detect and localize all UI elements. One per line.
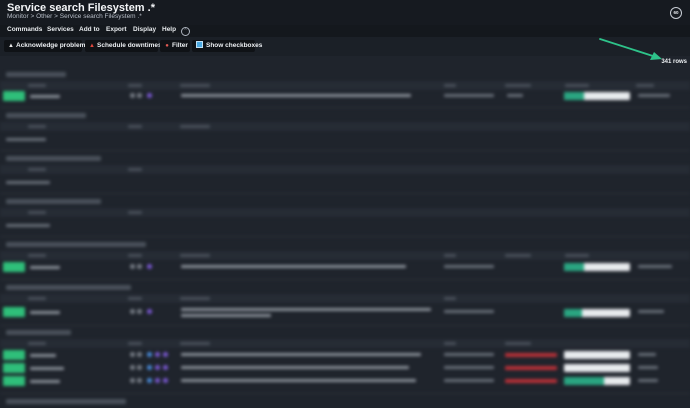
filter-icon: ● [165, 43, 169, 49]
toolbar: ▲ Acknowledge problems ▲ Schedule downtime… [0, 37, 690, 56]
menu-export[interactable]: Export [106, 26, 127, 33]
status-badge [3, 307, 25, 317]
table-row[interactable] [0, 261, 690, 273]
menu-services[interactable]: Services [47, 26, 74, 33]
warning-icon: ▲ [8, 43, 14, 49]
page-header: Service search Filesystem .* Monitor > O… [0, 0, 690, 25]
status-badge [3, 350, 25, 360]
table-row[interactable] [0, 305, 690, 321]
host-group-title [6, 399, 126, 404]
table-row[interactable] [0, 349, 690, 361]
menu-commands[interactable]: Commands [7, 26, 42, 33]
usage-progress [564, 377, 630, 385]
status-badge [3, 262, 25, 272]
show-checkboxes-button[interactable]: Show checkboxes [192, 40, 262, 52]
usage-progress [564, 92, 630, 100]
status-badge [3, 363, 25, 373]
table-row[interactable] [0, 375, 690, 387]
traffic-cone-icon: ▲ [89, 43, 95, 49]
usage-progress [564, 351, 630, 359]
breadcrumb[interactable]: Monitor > Other > Service search Filesys… [7, 13, 142, 20]
host-group-title [6, 113, 86, 118]
menu-display[interactable]: Display [133, 26, 156, 33]
host-group-title [6, 242, 146, 247]
schedule-label: Schedule downtimes [97, 42, 162, 49]
filter-label: Filter [172, 42, 188, 49]
refresh-counter-badge[interactable]: 60 [670, 7, 682, 19]
schedule-downtimes-button[interactable]: ▲ Schedule downtimes [85, 40, 162, 52]
acknowledge-problems-button[interactable]: ▲ Acknowledge problems [4, 40, 89, 52]
acknowledge-label: Acknowledge problems [16, 42, 89, 49]
host-group-title [6, 285, 131, 290]
table-header [0, 81, 690, 90]
status-badge [3, 91, 25, 101]
usage-progress [564, 263, 630, 271]
menu-bar: Commands Services Add to Export Display … [0, 25, 690, 37]
status-badge [3, 376, 25, 386]
usage-progress [564, 309, 630, 317]
host-group-title [6, 156, 101, 161]
table-row[interactable] [0, 90, 690, 102]
annotation-arrow-icon [599, 38, 662, 60]
host-group-title [6, 199, 101, 204]
table-row[interactable] [0, 362, 690, 374]
page: Service search Filesystem .* Monitor > O… [0, 0, 690, 408]
usage-progress [564, 364, 630, 372]
checkbox-icon [196, 41, 203, 48]
menu-add-to[interactable]: Add to [79, 26, 100, 33]
menu-help[interactable]: Help [162, 26, 176, 33]
host-group-title [6, 72, 66, 77]
host-group-title [6, 330, 71, 335]
chevron-up-icon[interactable]: ⌃ [181, 27, 190, 36]
checkboxes-label: Show checkboxes [206, 42, 263, 49]
services-table [0, 67, 690, 408]
filter-button[interactable]: ● Filter [160, 40, 190, 52]
